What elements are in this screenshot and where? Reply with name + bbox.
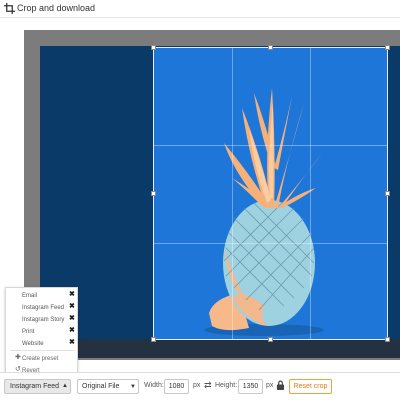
- lock-icon[interactable]: [276, 380, 285, 390]
- crop-handle-bottom-right[interactable]: [385, 337, 390, 342]
- close-icon[interactable]: ✖: [69, 291, 75, 299]
- reset-crop-label: Reset crop: [293, 383, 328, 390]
- preset-item-label: Website: [22, 341, 44, 347]
- preset-item-website[interactable]: Website ✖: [6, 338, 79, 350]
- preset-item-instagram-story[interactable]: Instagram Story ✖: [6, 314, 79, 326]
- dialog-title: Crop and download: [17, 3, 96, 13]
- create-preset-label: Create preset: [22, 356, 59, 362]
- width-unit: px: [193, 382, 201, 389]
- reset-crop-button[interactable]: Reset crop: [289, 379, 332, 394]
- preset-item-label: Print: [22, 329, 35, 335]
- height-unit: px: [266, 382, 274, 389]
- preset-item-label: Instagram Feed: [22, 305, 65, 311]
- crop-toolbar: Instagram Feed ▲ Original File ▼ Width: …: [0, 372, 400, 400]
- file-format-label: Original File: [82, 383, 120, 390]
- close-icon[interactable]: ✖: [69, 315, 75, 323]
- crop-handle-top-right[interactable]: [385, 45, 390, 50]
- width-input[interactable]: [164, 379, 189, 394]
- preset-item-label: Instagram Story: [22, 317, 65, 323]
- crop-handle-top[interactable]: [268, 45, 273, 50]
- preset-item-label: Email: [22, 293, 38, 299]
- crop-handle-right[interactable]: [385, 191, 390, 196]
- image-table-edge: [40, 339, 400, 358]
- preset-item-instagram-feed[interactable]: Instagram Feed ✖: [6, 302, 79, 314]
- dialog-header: Crop and download: [0, 0, 400, 18]
- close-icon[interactable]: ✖: [69, 339, 75, 347]
- preset-button-label: Instagram Feed: [10, 383, 60, 390]
- plus-icon: ✚: [15, 354, 21, 361]
- create-preset-button[interactable]: ✚ Create preset: [6, 353, 79, 365]
- crop-grid-line: [154, 243, 387, 244]
- caret-down-icon: ▼: [130, 384, 136, 390]
- width-label: Width:: [144, 382, 164, 389]
- preset-item-print[interactable]: Print ✖: [6, 326, 79, 338]
- close-icon[interactable]: ✖: [69, 303, 75, 311]
- crop-handle-bottom-left[interactable]: [151, 337, 156, 342]
- crop-handle-top-left[interactable]: [151, 45, 156, 50]
- file-format-select[interactable]: Original File ▼: [77, 379, 139, 394]
- swap-dimensions-icon[interactable]: ⇄: [204, 380, 212, 390]
- crop-grid-line: [232, 48, 233, 339]
- crop-selection[interactable]: [153, 47, 388, 340]
- crop-grid-line: [310, 48, 311, 339]
- preset-item-email[interactable]: Email ✖: [6, 290, 79, 302]
- close-icon[interactable]: ✖: [69, 327, 75, 335]
- height-label: Height:: [215, 382, 238, 389]
- crop-icon: [4, 3, 15, 14]
- menu-divider: [10, 350, 75, 351]
- crop-handle-left[interactable]: [151, 191, 156, 196]
- caret-up-icon: ▲: [62, 383, 68, 389]
- height-input[interactable]: [238, 379, 263, 394]
- crop-handle-bottom[interactable]: [268, 337, 273, 342]
- preset-dropdown-button[interactable]: Instagram Feed ▲: [4, 379, 71, 394]
- pineapple-image: [204, 88, 324, 336]
- crop-grid-line: [154, 145, 387, 146]
- preset-dropdown-menu: Email ✖ Instagram Feed ✖ Instagram Story…: [5, 287, 78, 379]
